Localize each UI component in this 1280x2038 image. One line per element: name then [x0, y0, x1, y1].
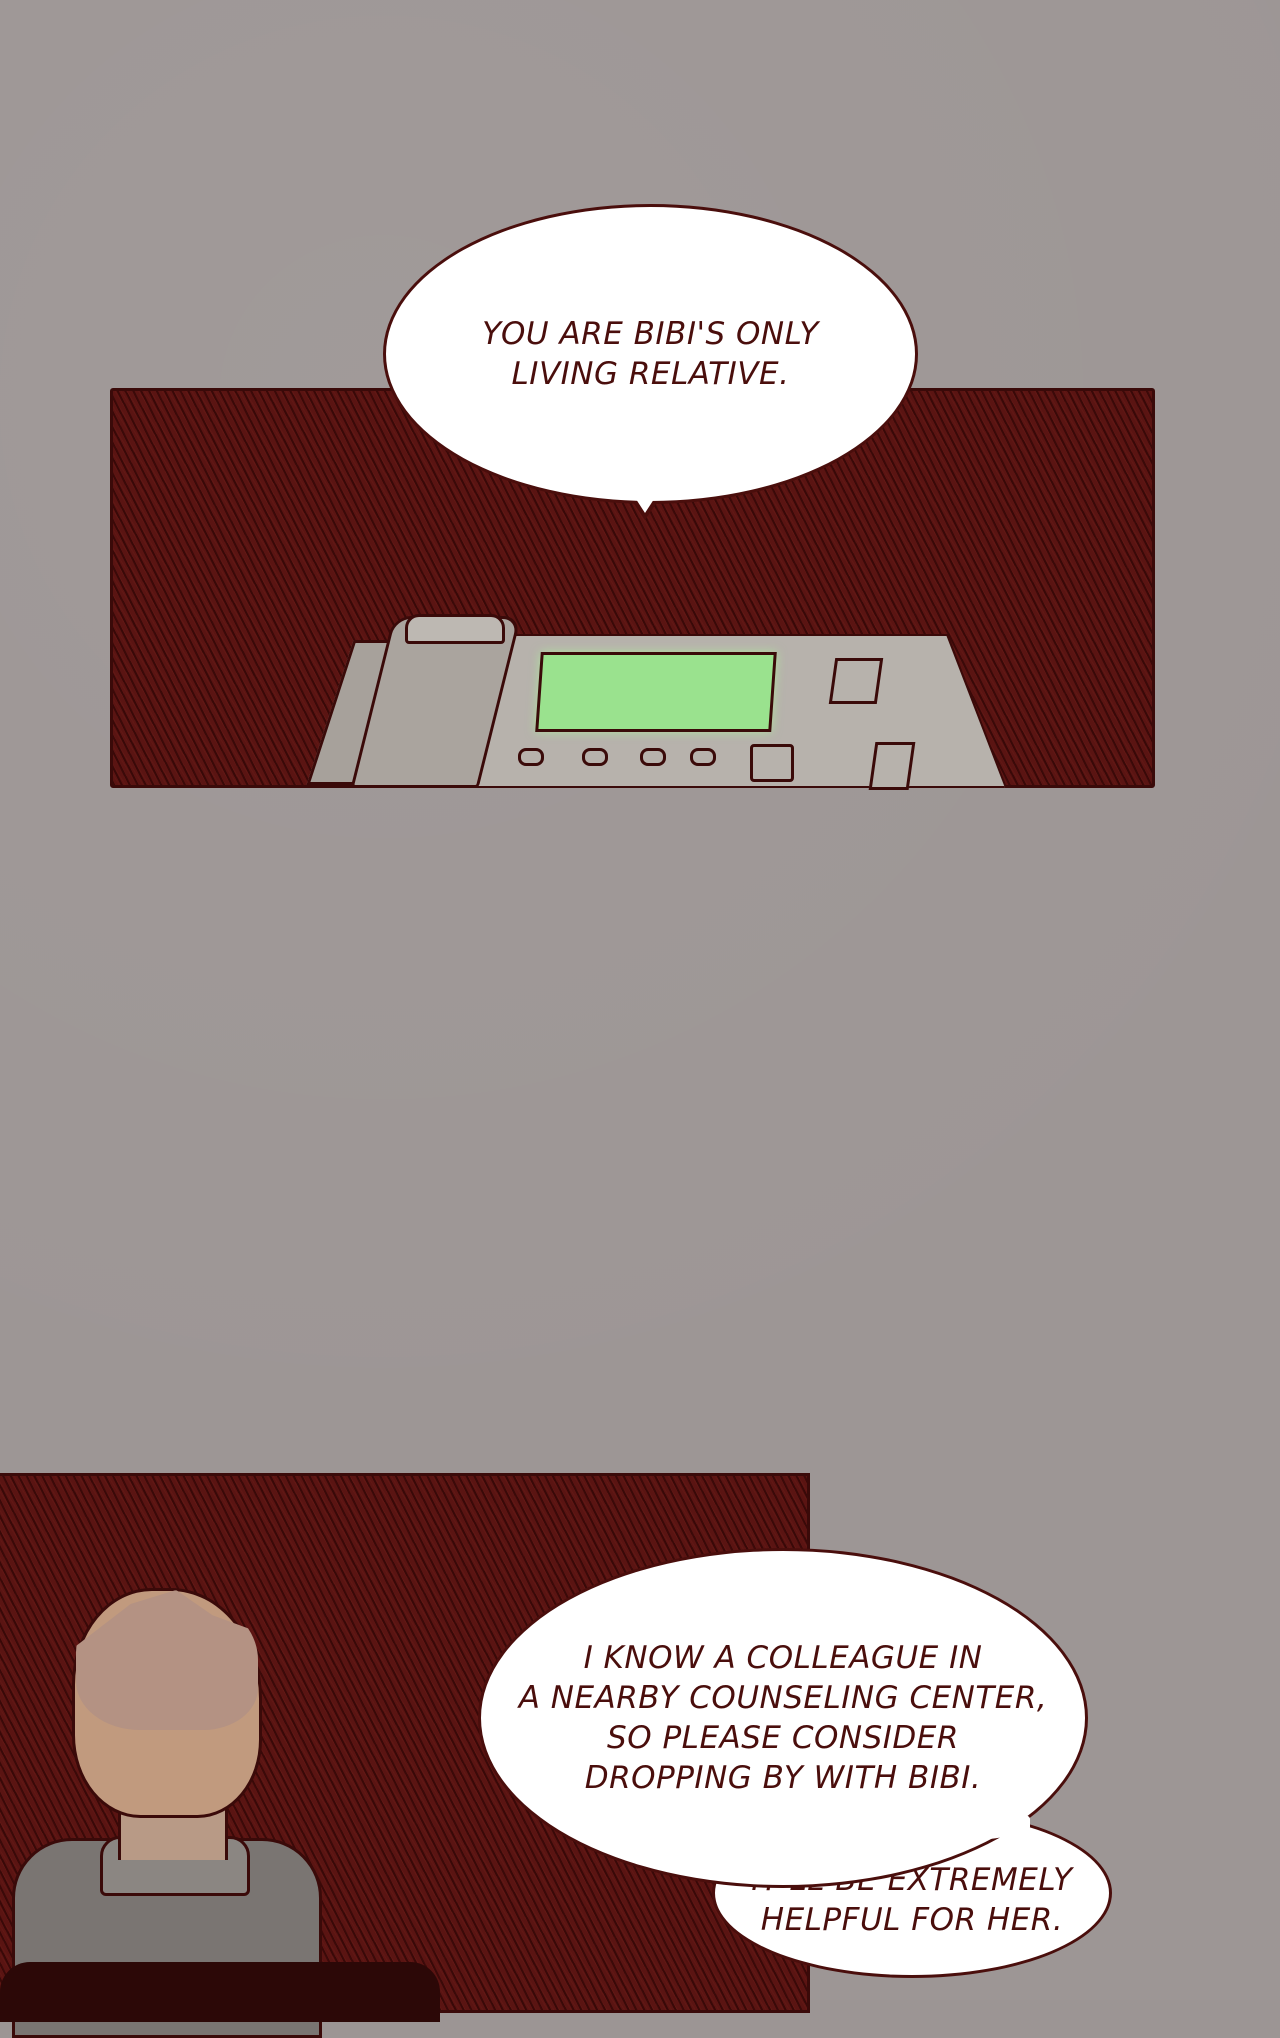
phone-key — [690, 748, 716, 766]
handset-earpiece — [405, 614, 505, 644]
speech-text: I KNOW A COLLEAGUE IN A NEARBY COUNSELIN… — [518, 1640, 1048, 1796]
speech-text: YOU ARE BIBI'S ONLY LIVING RELATIVE. — [482, 316, 819, 392]
speech-bubble-relative: YOU ARE BIBI'S ONLY LIVING RELATIVE. — [383, 204, 918, 504]
phone-screen — [535, 652, 777, 732]
phone-key — [750, 744, 794, 782]
phone-key — [640, 748, 666, 766]
speech-bubble-tail-fill — [634, 496, 656, 513]
phone-slot — [828, 658, 884, 704]
bubble-joint — [730, 1803, 1030, 1843]
phone-slot — [868, 742, 916, 790]
phone-key — [518, 748, 544, 766]
comic-page: YOU ARE BIBI'S ONLY LIVING RELATIVE. IT'… — [0, 0, 1280, 2038]
chair-back — [0, 1962, 440, 2022]
phone-key — [582, 748, 608, 766]
